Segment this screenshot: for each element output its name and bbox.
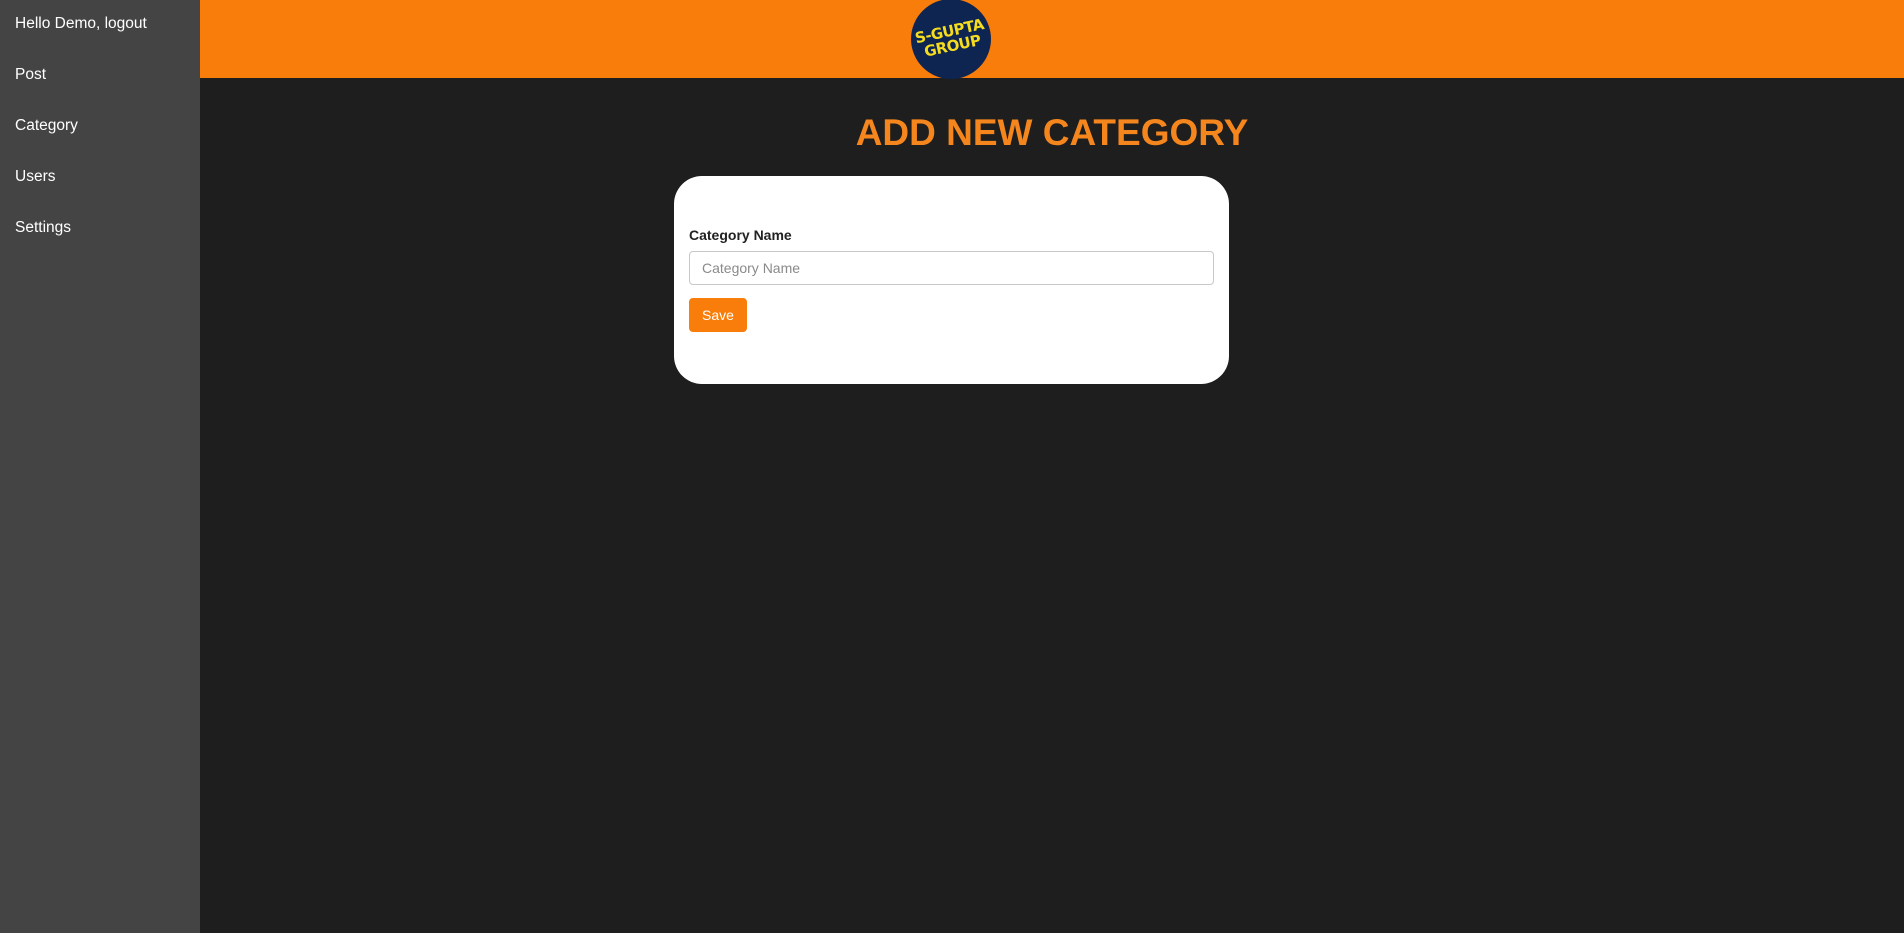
sidebar-item-post[interactable]: Post xyxy=(0,51,200,102)
sidebar-item-greeting-logout[interactable]: Hello Demo, logout xyxy=(0,0,200,51)
category-name-input[interactable] xyxy=(689,251,1214,285)
page-title: ADD NEW CATEGORY xyxy=(855,112,1249,153)
sidebar-item-category[interactable]: Category xyxy=(0,102,200,153)
category-name-label: Category Name xyxy=(689,227,792,243)
sidebar-item-settings[interactable]: Settings xyxy=(0,204,200,255)
main-content: ADD NEW CATEGORY Category Name Save xyxy=(200,78,1904,933)
brand-logo: S-GUPTA GROUP xyxy=(911,0,991,79)
save-button[interactable]: Save xyxy=(689,298,747,332)
sidebar-item-users[interactable]: Users xyxy=(0,153,200,204)
top-header: S-GUPTA GROUP xyxy=(200,0,1904,79)
sidebar: Hello Demo, logout Post Category Users S… xyxy=(0,0,200,933)
logo-wordmark: S-GUPTA GROUP xyxy=(911,0,991,79)
add-category-card: Category Name Save xyxy=(674,176,1229,384)
